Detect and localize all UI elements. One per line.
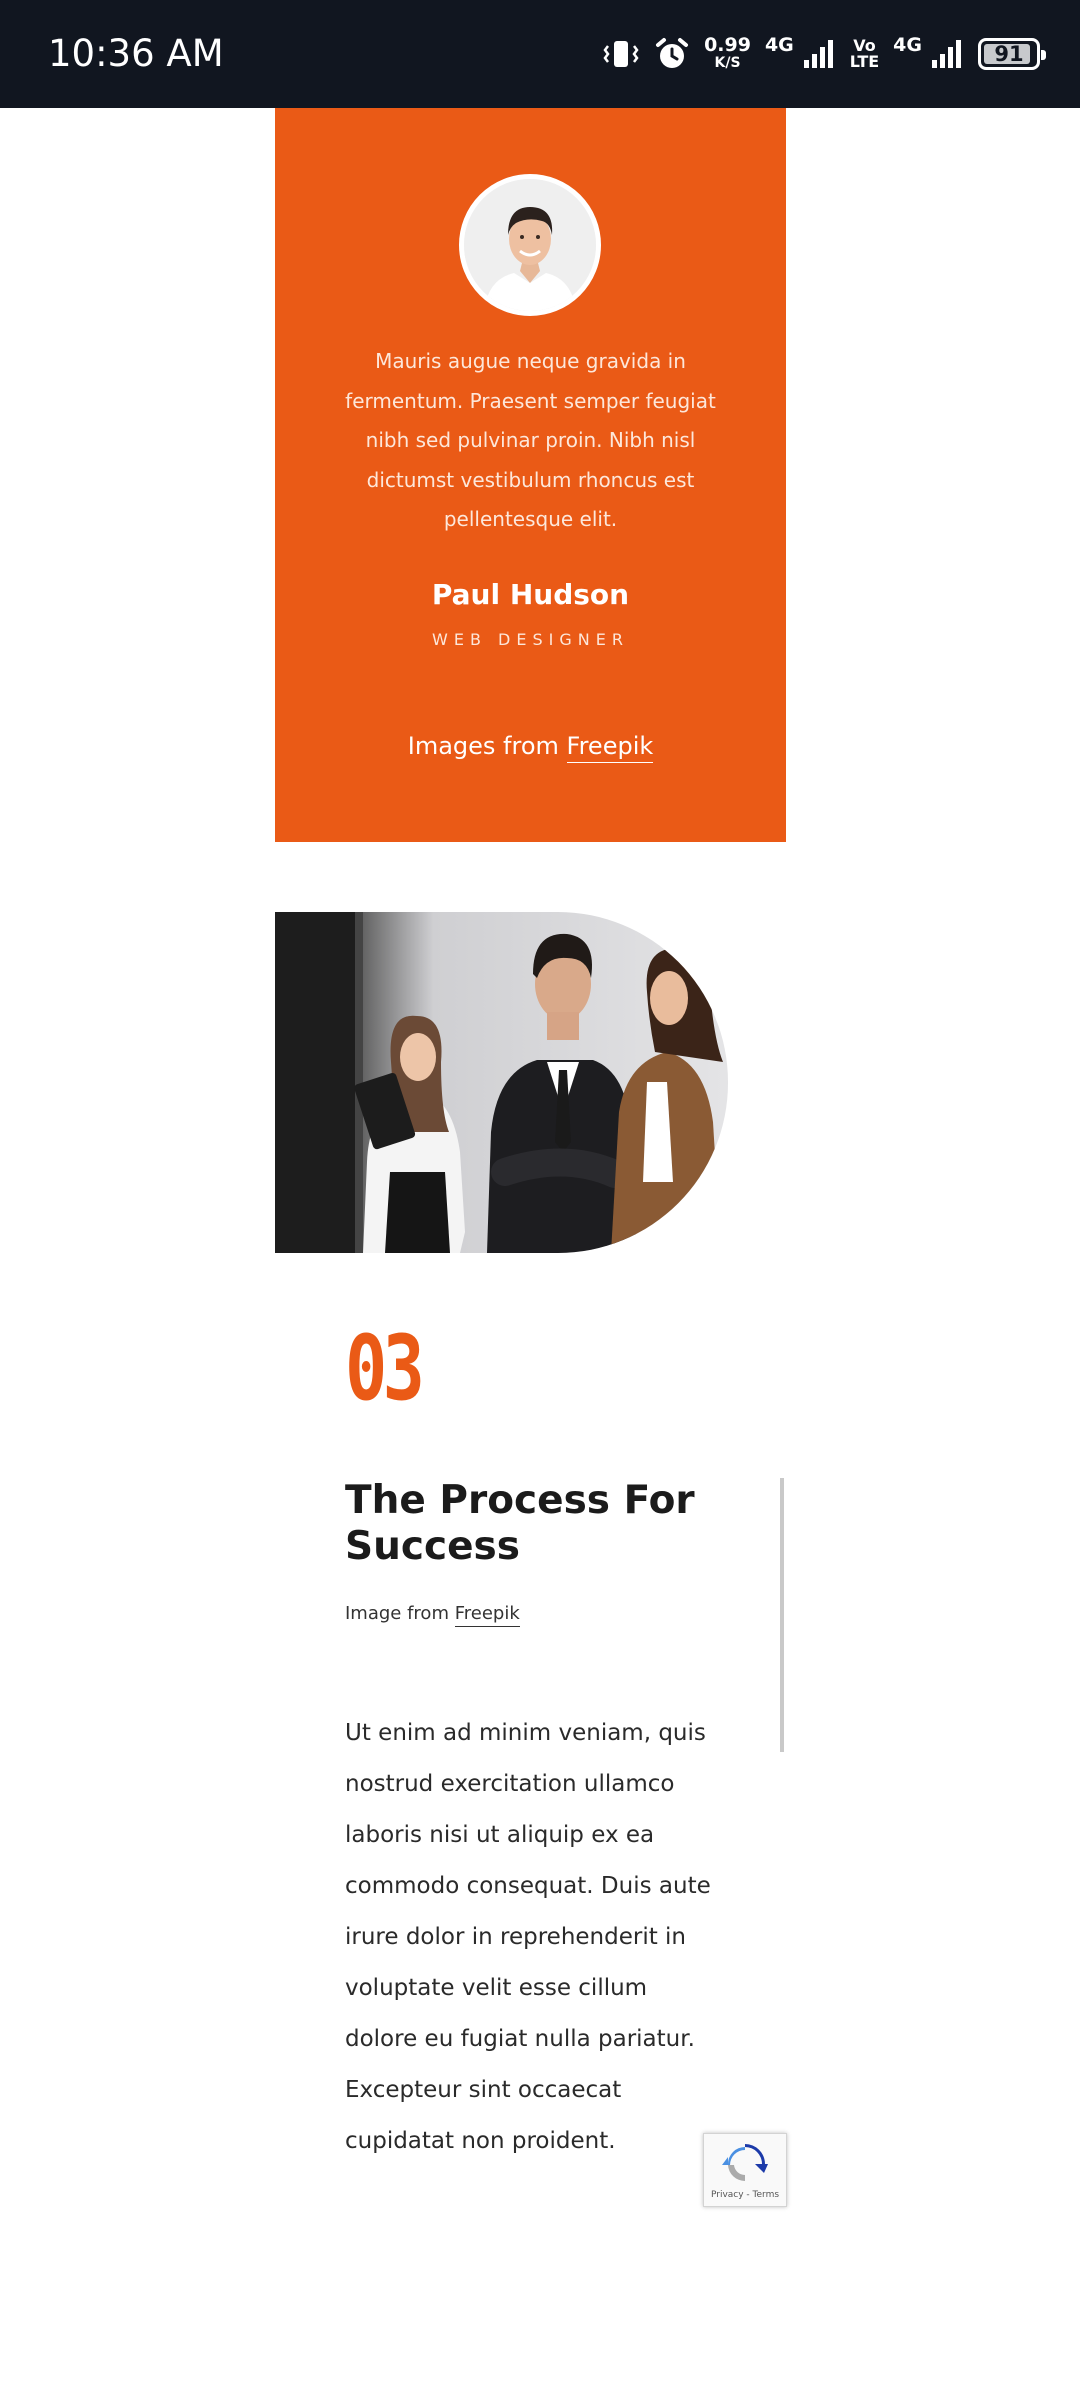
network-speed-unit: K/S (714, 55, 741, 71)
process-body: Ut enim ad minim veniam, quis nostrud ex… (345, 1720, 711, 2154)
images-credit-prefix: Images from (407, 732, 559, 760)
image-credit-prefix: Image from (345, 1603, 449, 1624)
network-speed: 0.99 K/S (704, 36, 751, 72)
recaptcha-label[interactable]: Privacy - Terms (711, 2190, 779, 2200)
battery-icon: 91 (978, 38, 1046, 70)
signal-icon-2 (930, 38, 964, 70)
status-time: 10:36 AM (48, 32, 224, 75)
battery-level: 91 (994, 42, 1024, 66)
status-bar: 10:36 AM 0.99 K/S 4G Vo LTE 4G 91 (0, 0, 1080, 108)
alarm-icon (654, 36, 690, 72)
testimonial-quote: Mauris augue neque gravida in fermentum.… (345, 349, 716, 531)
images-credit: Images from Freepik (275, 732, 786, 763)
volte-indicator: Vo LTE (850, 38, 879, 70)
recaptcha-icon (722, 2143, 768, 2190)
process-title: The Process For Success (345, 1478, 695, 1569)
image-credit-freepik-link[interactable]: Freepik (454, 1603, 520, 1627)
signal-icon (802, 38, 836, 70)
testimonial-author-name: Paul Hudson (431, 578, 630, 611)
vibrate-icon (602, 38, 640, 70)
vertical-divider (780, 1478, 784, 1752)
team-photo (275, 912, 728, 1253)
status-icons: 0.99 K/S 4G Vo LTE 4G 91 (602, 30, 1046, 78)
sim1-tech-label: 4G (764, 34, 794, 56)
sim2-tech-label: 4G (893, 34, 922, 56)
battery-nub (1041, 50, 1046, 60)
testimonial-author-role: WEB DESIGNER (432, 630, 629, 649)
network-speed-value: 0.99 (704, 34, 751, 56)
freepik-link[interactable]: Freepik (566, 732, 654, 763)
testimonial-card: Mauris augue neque gravida in fermentum.… (275, 108, 786, 842)
image-credit: Image from Freepik (345, 1603, 520, 1627)
avatar (459, 174, 601, 316)
step-number: 03 (345, 1316, 425, 1421)
volte-bottom: LTE (849, 52, 880, 71)
recaptcha-badge[interactable]: Privacy - Terms (703, 2133, 787, 2207)
